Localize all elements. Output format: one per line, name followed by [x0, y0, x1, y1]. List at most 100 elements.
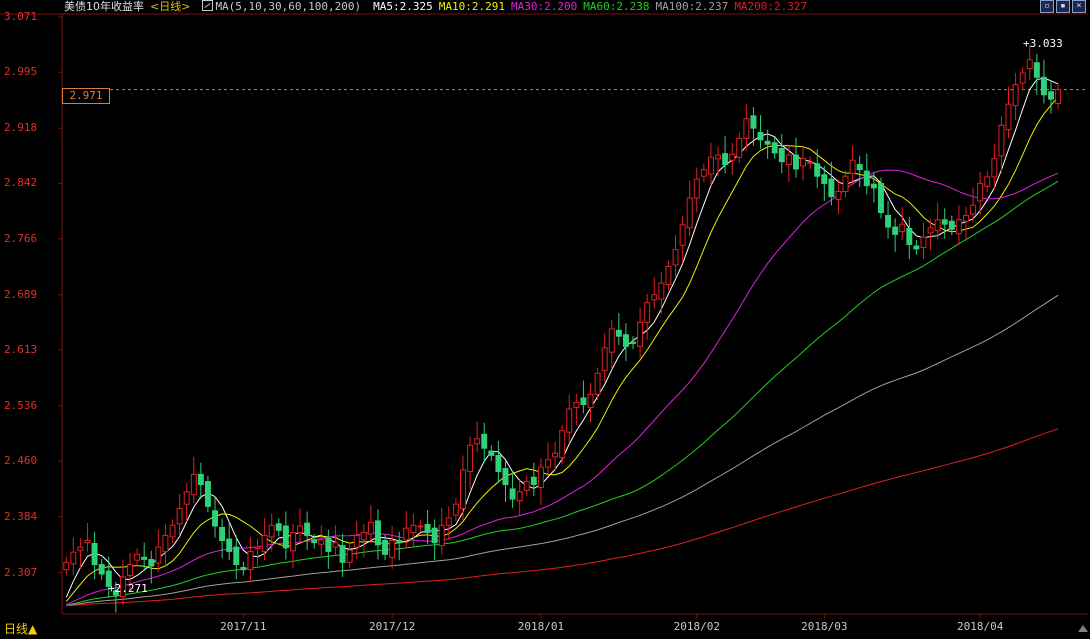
candle-body — [219, 526, 226, 542]
y-tick-label: 2.842 — [4, 176, 38, 190]
x-tick-label: 2017/11 — [220, 620, 267, 633]
candle-body — [630, 341, 636, 344]
candle-body — [481, 433, 488, 449]
candle-body — [863, 170, 870, 187]
candle-body — [1033, 62, 1040, 78]
candle-body — [134, 553, 141, 561]
candle-body — [594, 372, 601, 395]
y-tick-label: 2.384 — [4, 509, 38, 523]
candle-body — [984, 176, 991, 187]
candle-body — [792, 154, 799, 170]
candle-body — [651, 294, 658, 301]
close-icon[interactable]: × — [1072, 0, 1086, 13]
candle-body — [77, 546, 84, 552]
candle-body — [431, 527, 438, 544]
candle-body — [856, 164, 863, 171]
window-controls: ▫ ▪ × — [1040, 0, 1086, 13]
candle-body — [417, 525, 424, 528]
candle-body — [998, 124, 1005, 157]
candle-body — [396, 540, 403, 544]
candle-body — [530, 476, 537, 486]
candle-body — [226, 538, 233, 552]
candle-body — [877, 182, 884, 214]
low-annotation: +2.271 — [108, 582, 148, 595]
candle-body — [991, 158, 998, 178]
candle-body — [870, 183, 877, 189]
candle-body — [516, 491, 523, 502]
candle-body — [580, 397, 587, 406]
candle-body — [545, 459, 551, 468]
candle-body — [247, 550, 254, 571]
candle-body — [757, 132, 764, 141]
candle-body — [750, 115, 757, 129]
candle-body — [70, 551, 77, 565]
candle-body — [1040, 76, 1047, 96]
candle-body — [686, 197, 693, 229]
candle-body — [488, 450, 495, 456]
x-tick-label: 2018/01 — [517, 620, 565, 633]
candle-body — [389, 540, 396, 558]
x-tick-label: 2017/12 — [368, 620, 416, 633]
ma-value-4: MA100:2.237 — [655, 0, 729, 13]
candlestick-chart[interactable] — [0, 0, 1090, 639]
restore-icon[interactable]: ▫ — [1040, 0, 1054, 13]
y-tick-label: 2.766 — [4, 231, 38, 245]
candle-body — [537, 466, 544, 488]
candle-body — [906, 228, 913, 246]
candle-body — [700, 169, 707, 177]
candle-body — [424, 524, 431, 534]
candle-body — [977, 182, 984, 202]
candle-body — [162, 534, 169, 552]
candle-body — [190, 473, 197, 496]
candle-body — [332, 542, 339, 548]
candle-body — [240, 566, 247, 571]
candle-body — [1005, 103, 1012, 131]
candle-body — [127, 564, 133, 576]
period-selector-button[interactable]: 日线▲ — [0, 620, 58, 638]
ma-value-3: MA60:2.238 — [583, 0, 650, 13]
candle-body — [835, 190, 842, 200]
candle-body — [587, 393, 594, 408]
candle-body — [927, 227, 934, 234]
candle-body — [91, 542, 98, 566]
candle-body — [764, 140, 771, 145]
ma-value-0: MA5:2.325 — [373, 0, 433, 13]
candle-body — [169, 524, 176, 538]
candle-body — [622, 334, 629, 347]
candle-body — [523, 481, 530, 491]
candle-body — [325, 537, 332, 552]
candle-body — [204, 481, 211, 507]
candle-body — [722, 153, 729, 166]
candle-body — [410, 524, 417, 534]
y-tick-label: 2.460 — [4, 454, 38, 468]
candle-body — [1048, 91, 1054, 100]
chart-legend: 美债10年收益率 <日线> MA(5,10,30,60,100,200) MA5:2.… — [64, 0, 819, 14]
candle-body — [403, 527, 410, 541]
candle-body — [304, 522, 311, 536]
candle-body — [268, 524, 275, 538]
candle-body — [353, 534, 360, 548]
candle-body — [509, 488, 516, 500]
candle-body — [913, 245, 920, 250]
candle-body — [452, 503, 459, 516]
candle-body — [970, 204, 977, 215]
candle-body — [644, 302, 651, 323]
candle-body — [821, 174, 828, 184]
scroll-up-icon[interactable] — [1078, 625, 1088, 632]
candle-body — [289, 532, 296, 552]
high-annotation: +3.033 — [1023, 37, 1063, 50]
candle-body — [601, 347, 608, 371]
maximize-icon[interactable]: ▪ — [1056, 0, 1070, 13]
candle-body — [374, 520, 381, 546]
candle-body — [474, 438, 481, 445]
y-tick-label: 2.307 — [4, 565, 38, 579]
x-tick-label: 2018/02 — [673, 620, 720, 633]
candle-body — [261, 534, 268, 552]
ma-value-2: MA30:2.200 — [510, 0, 578, 13]
candle-body — [920, 236, 927, 248]
candle-body — [176, 508, 183, 525]
candle-body — [297, 525, 304, 534]
candle-body — [495, 454, 502, 472]
candle-body — [658, 282, 665, 300]
candle-body — [183, 491, 190, 505]
